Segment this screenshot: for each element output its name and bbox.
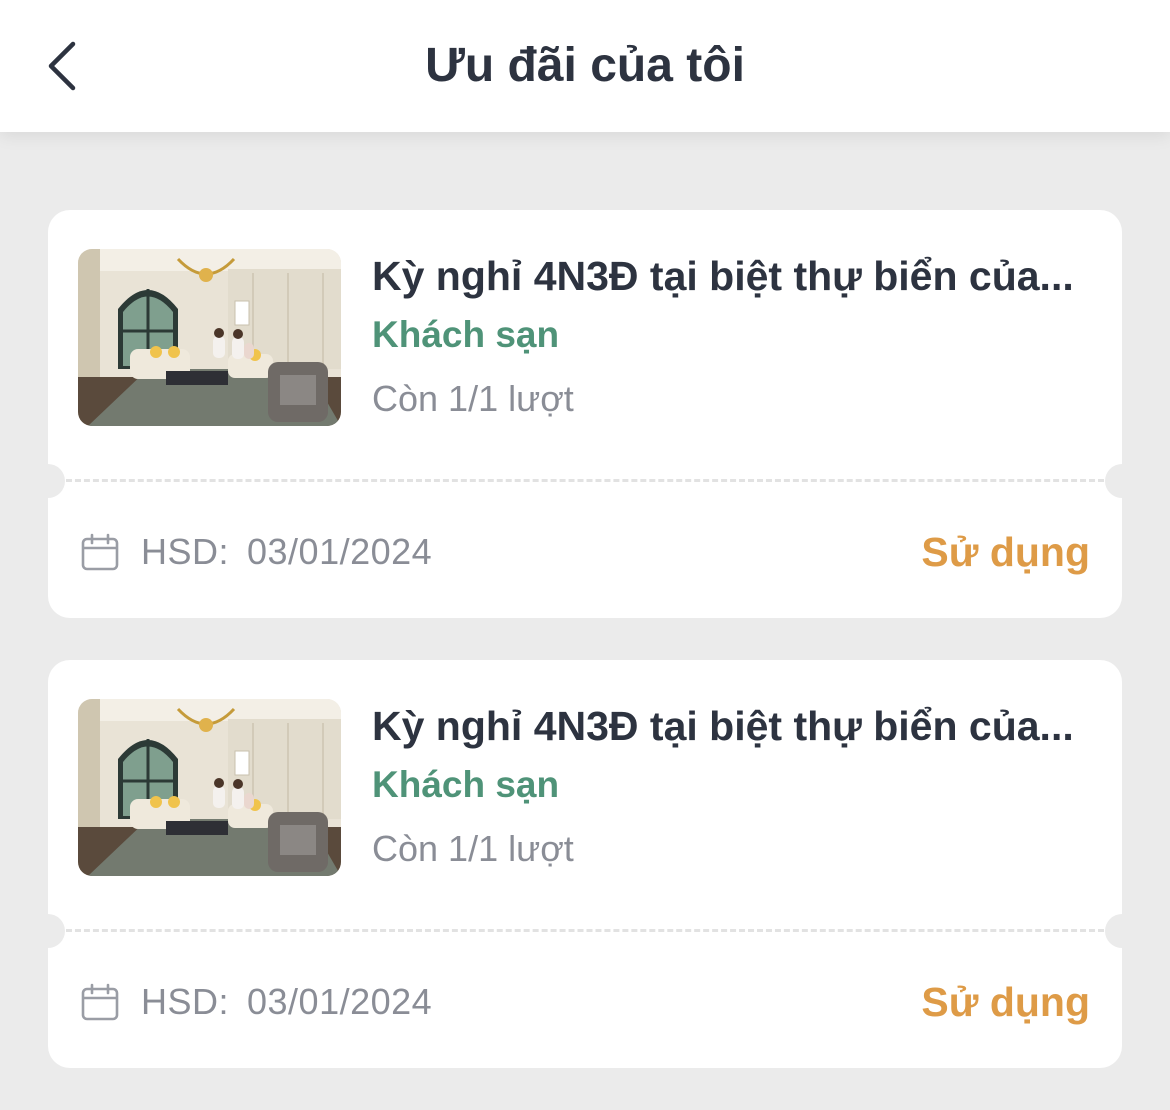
voucher-remaining: Còn 1/1 lượt — [372, 828, 574, 869]
ticket-notch-right — [1105, 914, 1139, 948]
voucher-category: Khách sạn — [372, 764, 560, 805]
voucher-card[interactable]: Kỳ nghỉ 4N3Đ tại biệt thự biển của... Kh… — [31, 210, 1139, 618]
dashed-divider — [66, 929, 1104, 932]
voucher-card[interactable]: Kỳ nghỉ 4N3Đ tại biệt thự biển của... Kh… — [31, 660, 1139, 1068]
voucher-info: Kỳ nghỉ 4N3Đ tại biệt thự biển của... Kh… — [372, 700, 1092, 872]
calendar-icon — [81, 532, 121, 572]
voucher-list: Kỳ nghỉ 4N3Đ tại biệt thự biển của... Kh… — [31, 210, 1139, 1110]
use-voucher-button[interactable]: Sử dụng — [921, 529, 1090, 576]
voucher-title: Kỳ nghỉ 4N3Đ tại biệt thự biển của... — [372, 253, 1074, 299]
page-title: Ưu đãi của tôi — [425, 39, 745, 92]
expiry-date: 03/01/2024 — [247, 531, 433, 572]
voucher-thumbnail — [78, 249, 341, 426]
voucher-info: Kỳ nghỉ 4N3Đ tại biệt thự biển của... Kh… — [372, 250, 1092, 422]
voucher-category: Khách sạn — [372, 314, 560, 355]
voucher-footer: HSD: 03/01/2024 Sử dụng — [81, 522, 1090, 582]
expiry-date: 03/01/2024 — [247, 981, 433, 1022]
ticket-notch-left — [31, 914, 65, 948]
voucher-thumbnail — [78, 699, 341, 876]
use-voucher-button[interactable]: Sử dụng — [921, 979, 1090, 1026]
expiry-label: HSD: — [141, 981, 230, 1022]
voucher-title: Kỳ nghỉ 4N3Đ tại biệt thự biển của... — [372, 703, 1074, 749]
ticket-notch-left — [31, 464, 65, 498]
voucher-footer: HSD: 03/01/2024 Sử dụng — [81, 972, 1090, 1032]
voucher-remaining: Còn 1/1 lượt — [372, 378, 574, 419]
expiry-label: HSD: — [141, 531, 230, 572]
calendar-icon — [81, 982, 121, 1022]
ticket-notch-right — [1105, 464, 1139, 498]
dashed-divider — [66, 479, 1104, 482]
top-app-bar: Ưu đãi của tôi — [0, 0, 1170, 132]
